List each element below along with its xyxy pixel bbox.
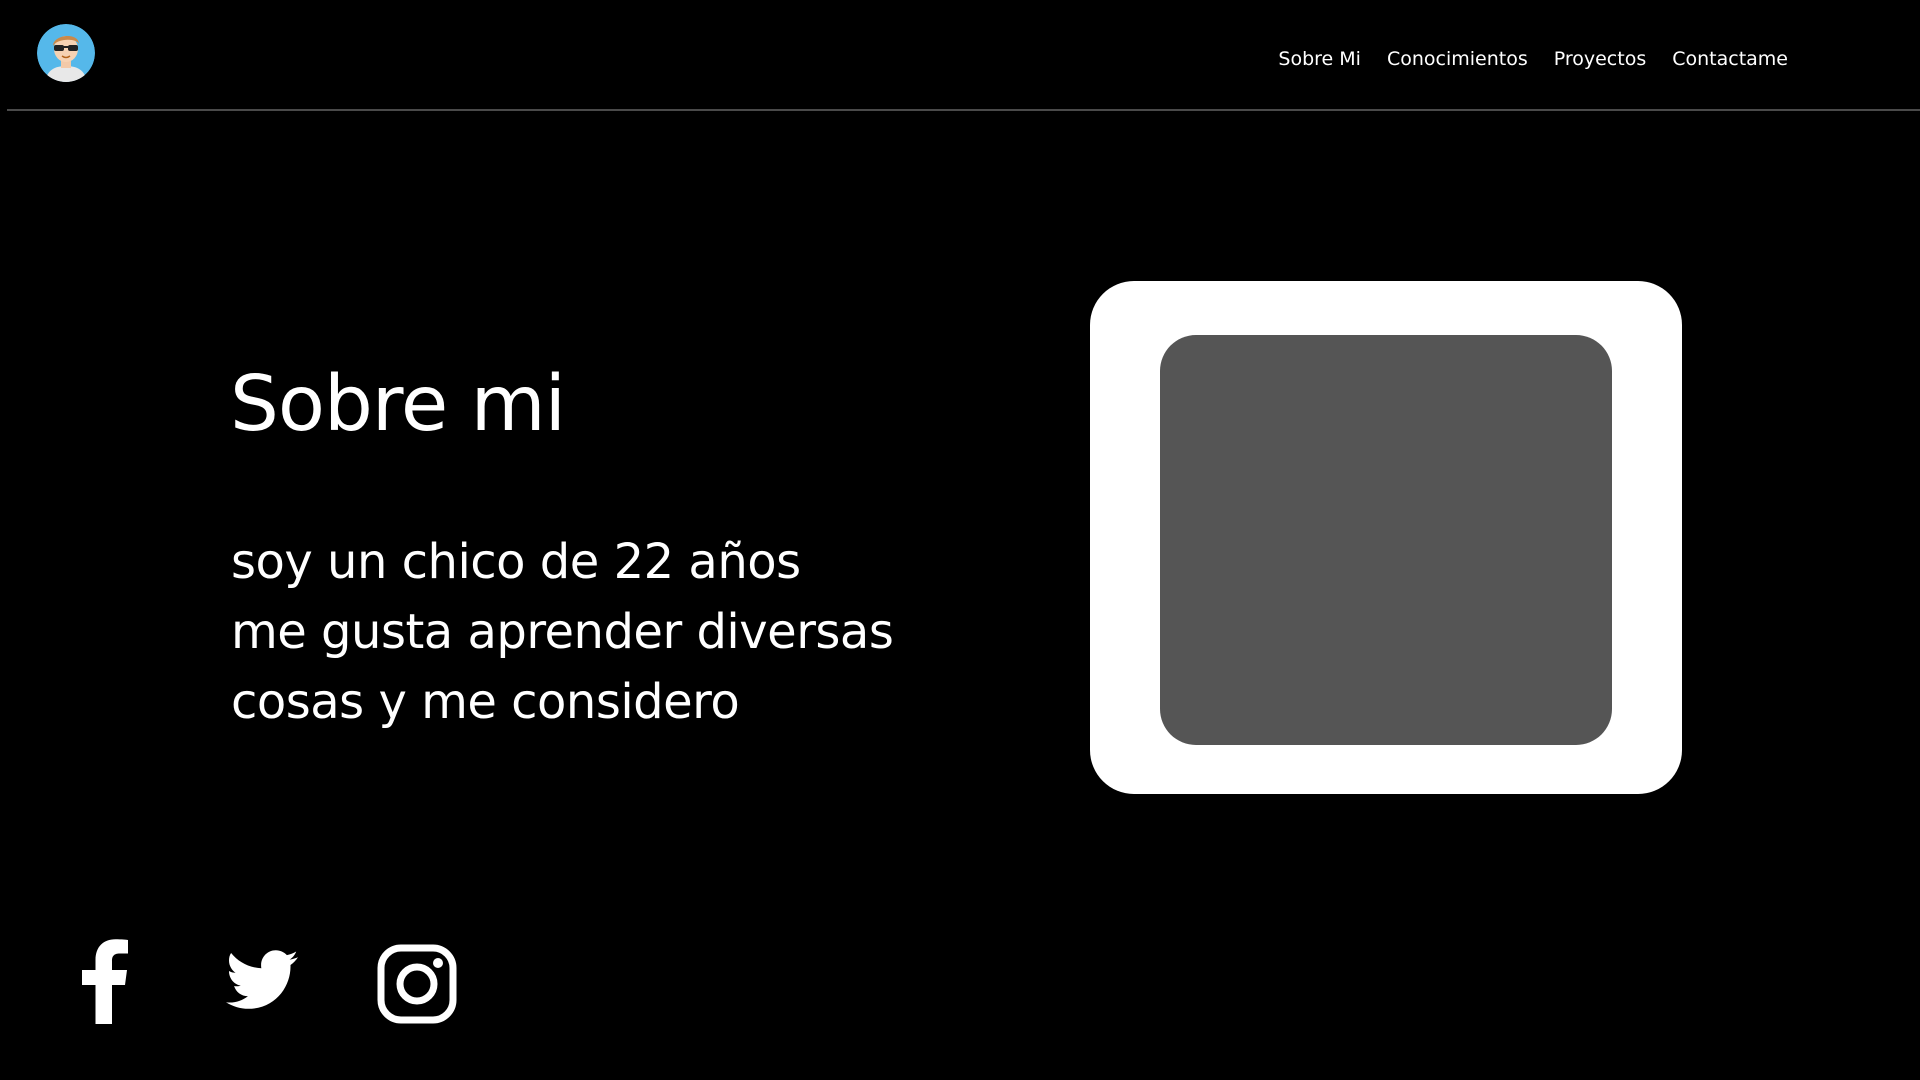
facebook-link[interactable] [81,938,129,1024]
instagram-link[interactable] [377,944,457,1024]
nav-link-proyectos[interactable]: Proyectos [1554,46,1647,72]
nav-link-conocimientos[interactable]: Conocimientos [1387,46,1528,72]
twitter-icon [226,950,298,1009]
media-placeholder [1160,335,1612,745]
header-divider [7,109,1920,111]
instagram-icon [377,944,457,1024]
about-line: me gusta aprender diversas [231,604,894,660]
avatar[interactable] [37,24,95,82]
about-description: soy un chico de 22 años me gusta aprende… [231,527,951,737]
media-frame [1090,281,1682,794]
twitter-link[interactable] [226,949,298,1011]
about-line: cosas y me considero [231,674,740,730]
page-title: Sobre mi [230,360,566,449]
site-header: Sobre Mi Conocimientos Proyectos Contact… [0,0,1920,111]
main-nav: Sobre Mi Conocimientos Proyectos Contact… [1278,46,1788,72]
about-line: soy un chico de 22 años [231,534,801,590]
avatar-sunglasses-icon [37,24,95,82]
facebook-icon [82,939,128,1024]
page: Sobre Mi Conocimientos Proyectos Contact… [0,0,1920,1080]
nav-link-contactame[interactable]: Contactame [1672,46,1788,72]
nav-link-sobre-mi[interactable]: Sobre Mi [1278,46,1361,72]
